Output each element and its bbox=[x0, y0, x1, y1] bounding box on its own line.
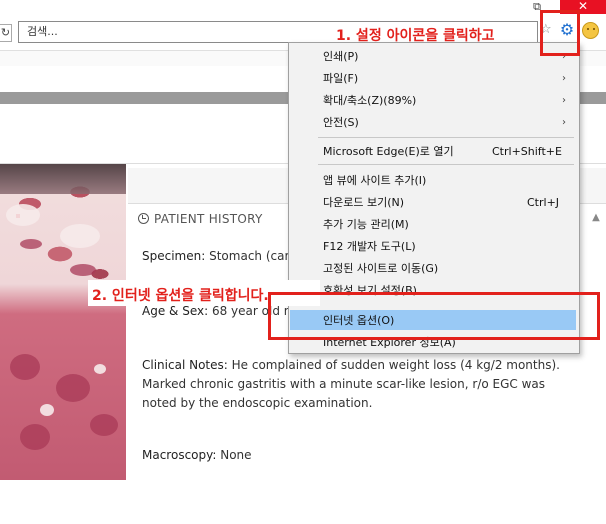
menu-item-print[interactable]: 인쇄(P) bbox=[323, 50, 358, 64]
menu-item-pinned-sites[interactable]: 고정된 사이트로 이동(G) bbox=[323, 262, 438, 276]
title-bar: ⧉ ✕ bbox=[0, 0, 606, 16]
cell bbox=[94, 364, 106, 374]
menu-shortcut-edge: Ctrl+Shift+E bbox=[492, 145, 562, 158]
microscopy-image[interactable] bbox=[0, 164, 126, 480]
cell bbox=[6, 204, 40, 226]
clinical-notes-label: Clinical Notes: bbox=[142, 358, 228, 372]
menu-item-file[interactable]: 파일(F) bbox=[323, 72, 358, 86]
menu-separator bbox=[318, 137, 574, 138]
refresh-icon[interactable]: ↻ bbox=[0, 24, 12, 42]
cell bbox=[20, 239, 42, 249]
menu-item-f12-tools[interactable]: F12 개발자 도구(L) bbox=[323, 240, 416, 254]
smiley-icon[interactable] bbox=[582, 22, 599, 39]
macroscopy-field: Macroscopy: None bbox=[142, 446, 582, 465]
patient-history-title: PATIENT HISTORY bbox=[154, 212, 263, 226]
menu-item-manage-addons[interactable]: 추가 기능 관리(M) bbox=[323, 218, 409, 232]
submenu-arrow-icon: › bbox=[562, 73, 566, 84]
menu-item-zoom[interactable]: 확대/축소(Z)(89%) bbox=[323, 94, 416, 108]
annotation-box-internet-options bbox=[268, 292, 600, 340]
image-dark-edge bbox=[0, 164, 126, 194]
submenu-arrow-icon: › bbox=[562, 117, 566, 128]
menu-item-downloads[interactable]: 다운로드 보기(N) bbox=[323, 196, 404, 210]
menu-separator bbox=[318, 164, 574, 165]
annotation-step-2: 2. 인터넷 옵션을 클릭합니다. bbox=[92, 288, 269, 304]
cell bbox=[20, 424, 50, 450]
menu-item-add-app-view[interactable]: 앱 뷰에 사이트 추가(I) bbox=[323, 174, 426, 188]
macroscopy-label: Macroscopy: bbox=[142, 448, 217, 462]
scroll-up-icon[interactable]: ▲ bbox=[590, 212, 602, 228]
specimen-label: Specimen: bbox=[142, 249, 206, 263]
menu-item-open-edge[interactable]: Microsoft Edge(E)로 열기 bbox=[323, 145, 454, 159]
cell bbox=[70, 264, 96, 276]
patient-history-heading: PATIENT HISTORY bbox=[138, 212, 263, 226]
cell bbox=[60, 224, 100, 248]
clinical-notes-field: Clinical Notes: He complained of sudden … bbox=[142, 356, 582, 413]
clock-icon bbox=[138, 213, 149, 224]
cell bbox=[56, 374, 90, 402]
specimen-value: Stomach (card bbox=[209, 249, 297, 263]
menu-shortcut-downloads: Ctrl+J bbox=[527, 196, 560, 209]
cell bbox=[90, 414, 118, 436]
macroscopy-value: None bbox=[220, 448, 252, 462]
cell bbox=[40, 404, 54, 416]
menu-item-safety[interactable]: 안전(S) bbox=[323, 116, 359, 130]
submenu-arrow-icon: › bbox=[562, 95, 566, 106]
age-sex-label: Age & Sex: bbox=[142, 304, 209, 318]
cell bbox=[10, 354, 40, 380]
annotation-box-settings bbox=[540, 10, 580, 56]
annotation-step-1: 1. 설정 아이콘을 클릭하고 bbox=[336, 28, 495, 44]
